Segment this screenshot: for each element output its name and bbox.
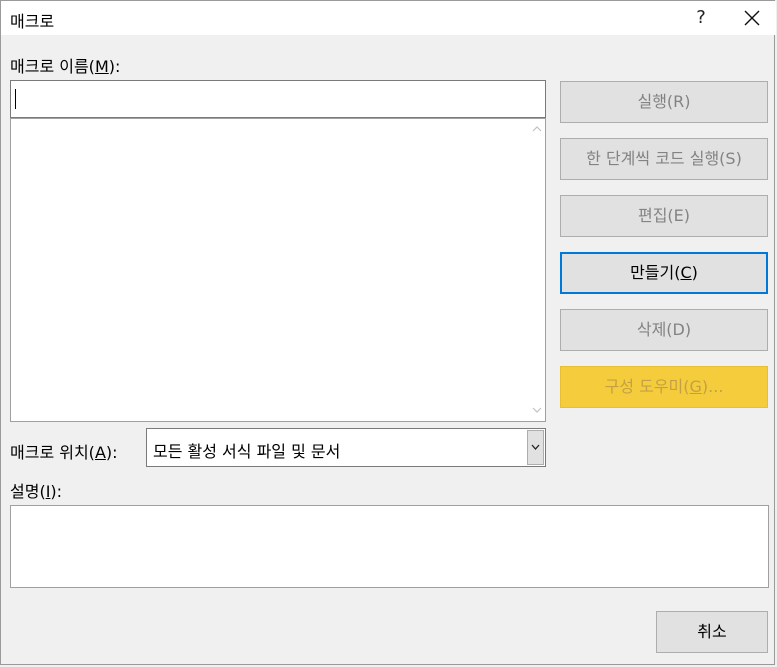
close-icon — [744, 10, 760, 26]
scroll-up-icon[interactable] — [528, 121, 545, 138]
macro-name-label: 매크로 이름(M): — [10, 57, 121, 76]
macro-list-scrollbar[interactable] — [528, 119, 545, 421]
window-title: 매크로 — [10, 12, 55, 31]
text-caret — [15, 89, 16, 109]
macro-dialog: 매크로 ? 매크로 이름(M): 매크로 위치(A): 모든 활성 서식 파일 … — [0, 0, 776, 665]
help-button[interactable]: ? — [686, 3, 716, 33]
chevron-down-icon[interactable] — [527, 430, 544, 465]
title-bar: 매크로 ? — [1, 1, 776, 35]
edit-button[interactable]: 편집(E) — [560, 195, 768, 237]
step-into-button[interactable]: 한 단계씩 코드 실행(S) — [560, 138, 768, 180]
macro-location-value: 모든 활성 서식 파일 및 문서 — [153, 442, 341, 461]
scroll-down-icon[interactable] — [528, 402, 545, 419]
macro-name-input[interactable] — [10, 80, 546, 118]
wizard-button[interactable]: 구성 도우미(G)... — [560, 366, 768, 408]
macro-list[interactable] — [10, 118, 546, 422]
create-button[interactable]: 만들기(C) — [560, 252, 768, 294]
delete-button[interactable]: 삭제(D) — [560, 309, 768, 351]
close-button[interactable] — [735, 3, 769, 33]
run-button[interactable]: 실행(R) — [560, 81, 768, 123]
cancel-button[interactable]: 취소 — [656, 611, 768, 653]
description-box[interactable] — [10, 505, 769, 588]
macro-location-select[interactable]: 모든 활성 서식 파일 및 문서 — [146, 428, 546, 467]
macro-location-label: 매크로 위치(A): — [10, 443, 118, 462]
description-label: 설명(I): — [10, 482, 63, 501]
